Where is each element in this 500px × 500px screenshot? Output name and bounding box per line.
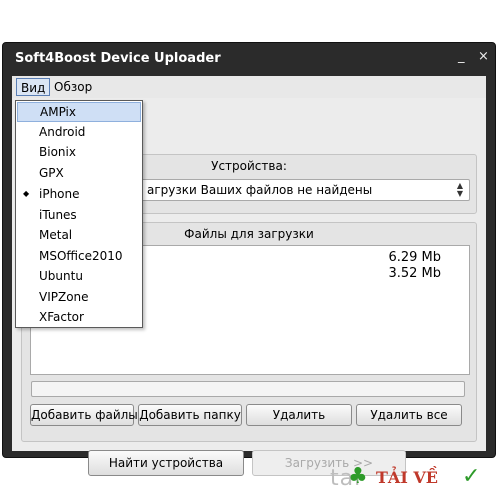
title-bar[interactable]: Soft4Boost Device Uploader _ × [3,43,495,76]
view-menu-item-msoffice2010[interactable]: MSOffice2010 [17,246,141,266]
watermark-brand: TẢI VỀ [376,468,438,487]
menu-view[interactable]: Вид [16,78,51,96]
view-menu-item-metal[interactable]: Metal [17,225,141,245]
menu-item-label: Bionix [39,145,76,159]
menu-item-label: GPX [39,166,64,180]
find-devices-button[interactable]: Найти устройства [88,450,244,476]
file-size: 3.52 Mb [388,266,441,281]
upload-progress-bar [31,381,465,397]
minimize-button[interactable]: _ [458,49,465,64]
view-menu-item-ubuntu[interactable]: Ubuntu [17,266,141,286]
clover-icon: ♣ [348,464,368,489]
menu-item-label: Metal [39,228,73,242]
menu-item-label: Ubuntu [39,269,83,283]
view-menu-item-android[interactable]: Android [17,122,141,142]
checked-diamond-icon: ◆ [23,189,30,198]
add-files-button[interactable]: Добавить файлы [30,404,138,426]
menu-item-label: MSOffice2010 [39,249,123,263]
select-spinner-icon[interactable]: ▲ ▼ [453,182,467,198]
view-menu-item-ampix[interactable]: AMPix [17,102,141,122]
menu-item-label: VIPZone [39,290,89,304]
file-size: 6.29 Mb [388,250,441,265]
view-menu-item-itunes[interactable]: iTunes [17,205,141,225]
view-menu-item-xfactor[interactable]: XFactor [17,307,141,327]
delete-button[interactable]: Удалить [246,404,352,426]
view-menu-item-iphone[interactable]: ◆ iPhone [17,184,141,204]
view-menu-item-vipzone[interactable]: VIPZone [17,287,141,307]
view-menu-dropdown: AMPix Android Bionix GPX ◆ iPhone iTunes… [15,100,143,328]
menu-item-label: AMPix [40,105,76,119]
view-menu-item-bionix[interactable]: Bionix [17,142,141,162]
view-menu-item-gpx[interactable]: GPX [17,163,141,183]
menu-bar: Вид Обзор [12,76,486,98]
add-folder-button[interactable]: Добавить папку [138,404,242,426]
menu-item-label: iPhone [39,187,80,201]
watermark-logo: tai ♣ TẢI VỀ ✓ [330,462,500,500]
menu-item-label: iTunes [39,208,77,222]
delete-all-button[interactable]: Удалить все [356,404,462,426]
window-title: Soft4Boost Device Uploader [15,51,221,66]
menu-item-label: Android [39,125,86,139]
close-button[interactable]: × [478,49,489,64]
menu-browse[interactable]: Обзор [50,78,96,96]
checkmark-icon: ✓ [462,464,481,489]
devices-select-value: агрузки Ваших файлов не найдены [147,183,373,197]
menu-item-label: XFactor [39,310,84,324]
devices-select[interactable]: агрузки Ваших файлов не найдены ▲ ▼ [140,179,470,201]
